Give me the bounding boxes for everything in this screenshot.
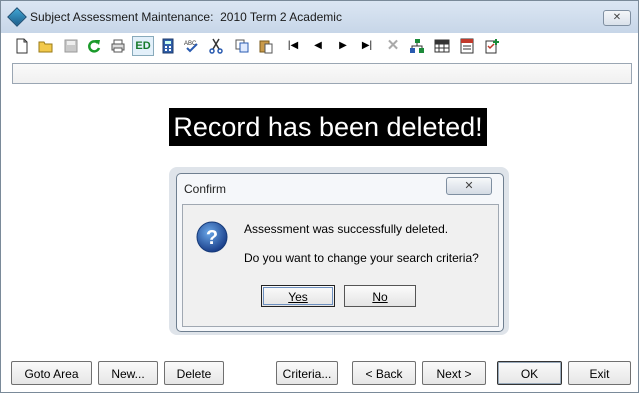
goto-area-button[interactable]: Goto Area: [11, 361, 92, 385]
copy-icon[interactable]: [233, 37, 251, 55]
window-title: Subject Assessment Maintenance: 2010 Ter…: [30, 10, 342, 24]
save-icon[interactable]: [62, 37, 80, 55]
delete-icon[interactable]: ✕: [384, 37, 402, 55]
previous-record-icon[interactable]: ◀: [309, 37, 327, 55]
ok-button[interactable]: OK: [497, 361, 562, 385]
main-window: Subject Assessment Maintenance: 2010 Ter…: [0, 0, 639, 393]
reports-icon[interactable]: [458, 37, 476, 55]
no-button[interactable]: No: [344, 285, 416, 307]
dialog-message-line1: Assessment was successfully deleted.: [244, 222, 449, 236]
question-icon: ?: [196, 221, 228, 253]
new-button[interactable]: New...: [98, 361, 158, 385]
edit-mode-icon[interactable]: ED: [132, 36, 154, 56]
svg-text:?: ?: [206, 227, 218, 249]
dialog-close-button[interactable]: ✕: [446, 177, 492, 195]
tree-view-icon[interactable]: [408, 37, 426, 55]
yes-button-label: Yes: [288, 290, 308, 304]
title-bar: Subject Assessment Maintenance: 2010 Ter…: [1, 1, 638, 34]
next-button[interactable]: Next >: [422, 361, 486, 385]
paste-icon[interactable]: [257, 37, 275, 55]
yes-button[interactable]: Yes: [261, 285, 335, 307]
app-diamond-icon: [7, 7, 27, 27]
spell-check-icon[interactable]: ABC: [183, 37, 201, 55]
status-banner: Record has been deleted!: [169, 108, 487, 146]
last-record-icon[interactable]: ▶|: [358, 37, 376, 55]
back-button[interactable]: < Back: [352, 361, 416, 385]
next-record-icon[interactable]: ▶: [334, 37, 352, 55]
dialog-title-bar: Confirm ✕: [177, 174, 503, 203]
cut-icon[interactable]: [207, 37, 225, 55]
delete-button[interactable]: Delete: [164, 361, 224, 385]
no-button-label: No: [372, 290, 388, 304]
print-icon[interactable]: [109, 37, 127, 55]
confirm-dialog: Confirm ✕ ? Assessment was successfully …: [176, 173, 504, 332]
toolbar: ED ABC |◀ ◀ ▶ ▶| ✕: [1, 33, 638, 59]
dialog-message-line2: Do you want to change your search criter…: [244, 251, 479, 265]
exit-button[interactable]: Exit: [568, 361, 631, 385]
new-document-icon[interactable]: [13, 37, 31, 55]
dialog-title: Confirm: [184, 182, 227, 196]
first-record-icon[interactable]: |◀: [284, 37, 302, 55]
refresh-icon[interactable]: [85, 37, 103, 55]
calculator-icon[interactable]: [159, 37, 177, 55]
dialog-body: ? Assessment was successfully deleted. D…: [182, 204, 499, 327]
criteria-button[interactable]: Criteria...: [276, 361, 338, 385]
search-criteria-bar[interactable]: [12, 63, 632, 84]
open-folder-icon[interactable]: [37, 37, 55, 55]
checklist-icon[interactable]: [483, 37, 501, 55]
grid-view-icon[interactable]: [433, 37, 451, 55]
window-close-button[interactable]: ✕: [603, 10, 631, 26]
